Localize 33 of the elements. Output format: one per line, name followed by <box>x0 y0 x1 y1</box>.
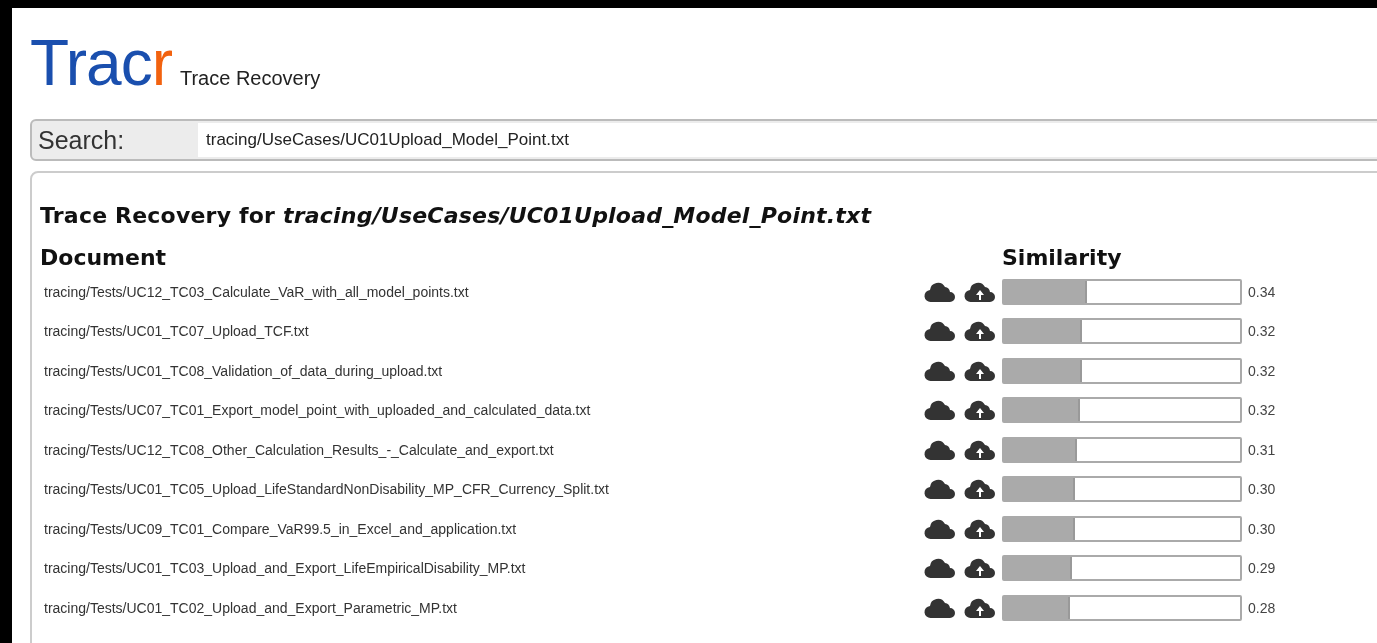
cloud-icon[interactable] <box>924 319 956 344</box>
search-field[interactable]: tracing/UseCases/UC01Upload_Model_Point.txt <box>198 123 1377 157</box>
column-header: Similarity <box>1002 244 1123 270</box>
similarity-value: 0.29 <box>1247 560 1277 577</box>
cloud-icon[interactable] <box>924 398 956 423</box>
document-link[interactable]: tracing/Tests/UC01_TC08_Validation_of_data_during_upload.txt <box>40 362 922 379</box>
cloud-icon[interactable] <box>924 477 956 502</box>
logo: Tracr <box>30 34 172 92</box>
document-link[interactable]: tracing/Tests/UC12_TC03_Calculate_VaR_with_all_model_points.txt <box>40 283 922 300</box>
column-header: Document <box>40 244 168 270</box>
search-label: Search: <box>37 125 126 155</box>
similarity-value: 0.28 <box>1247 599 1277 616</box>
cloud-upload-icon[interactable] <box>964 398 996 423</box>
similarity-value: 0.34 <box>1247 283 1277 300</box>
document-link[interactable]: tracing/Tests/UC01_TC03_Upload_and_Export_LifeEmpiricalDisability_MP.txt <box>40 560 922 577</box>
cloud-icon[interactable] <box>924 556 956 581</box>
cloud-upload-icon[interactable] <box>964 556 996 581</box>
similarity-value: 0.32 <box>1247 362 1277 379</box>
cloud-upload-icon[interactable] <box>964 319 996 344</box>
document-link[interactable]: tracing/Tests/UC01_TC05_Upload_LifeStandardNonDisability_MP_CFR_Currency_Split.txt <box>40 481 922 498</box>
document-link[interactable]: tracing/Tests/UC01_TC02_Upload_and_Export_Parametric_MP.txt <box>40 599 922 616</box>
document-link[interactable]: tracing/Tests/UC09_TC01_Compare_VaR99.5_in_Excel_and_application.txt <box>40 520 922 537</box>
document-link[interactable]: tracing/Tests/UC07_TC01_Export_model_point_with_uploaded_and_calculated_data.txt <box>40 402 922 419</box>
similarity-value: 0.32 <box>1247 402 1277 419</box>
tagline: Trace Recovery <box>179 67 321 91</box>
cloud-upload-icon[interactable] <box>964 477 996 502</box>
similarity-value: 0.31 <box>1247 441 1277 458</box>
similarity-value: 0.30 <box>1247 481 1277 498</box>
document-link[interactable]: tracing/Tests/UC01_TC07_Upload_TCF.txt <box>40 323 922 340</box>
document-link[interactable]: tracing/Tests/UC12_TC08_Other_Calculation_Results_-_Calculate_and_export.txt <box>40 441 922 458</box>
similarity-value: 0.32 <box>1247 323 1277 340</box>
similarity-value: 0.30 <box>1247 520 1277 537</box>
results-heading: Trace Recovery for tracing/UseCases/UC01Upload_Model_Point.txt <box>40 203 873 228</box>
